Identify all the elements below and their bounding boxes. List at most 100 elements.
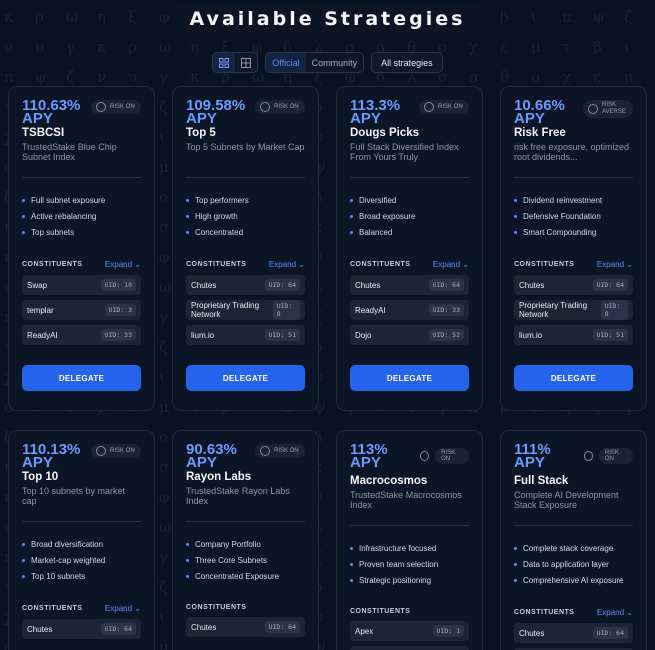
info-icon[interactable] [260,446,270,456]
info-icon[interactable] [96,446,106,456]
constituent-row[interactable]: lium.io UID: 51 [514,325,633,345]
feature-item: Active rebalancing [22,208,141,224]
bullet-icon [186,574,189,578]
divider [186,177,305,178]
table-view-button[interactable] [235,53,257,72]
feature-label: Data to application layer [523,559,609,569]
delegate-button[interactable]: DELEGATE [514,365,633,391]
feature-label: Broad exposure [359,211,416,221]
constituent-list: Chutes UID: 64 ReadyAI UID: 33 Dojo UID: 52 [350,275,469,345]
grid-view-button[interactable] [213,53,236,72]
expand-button[interactable]: Expand ⌄ [597,260,633,269]
constituent-row[interactable]: Dojo UID: 52 [350,325,469,345]
apy-value: 113% APY [350,441,388,471]
delegate-button[interactable]: DELEGATE [350,365,469,391]
expand-label: Expand [596,260,625,269]
expand-button[interactable]: Expand ⌄ [269,260,305,269]
feature-item: Proven team selection [350,556,469,572]
constituent-list: ChutesUID: 64ReadyAIUID: 33 [514,623,633,650]
info-icon[interactable] [260,102,270,112]
table-icon [241,57,252,68]
constituent-row[interactable]: templar UID: 3 [22,300,141,320]
constituent-row[interactable]: lium.io UID: 51 [186,325,305,345]
constituent-row[interactable]: Apex UID: 1 [350,621,469,641]
uid-badge: UID: 64 [592,279,628,291]
constituent-row[interactable]: ReadyAI UID: 33 [22,325,141,345]
delegate-button[interactable]: DELEGATE [186,365,305,391]
constituent-row[interactable]: Swap UID: 10 [22,275,141,295]
strategy-description: TrustedStake Blue Chip Subnet Index [22,142,117,162]
constituent-row[interactable]: Chutes UID: 64 [22,619,141,639]
constituent-list: Chutes UID: 64 Proprietary Trading Network… [514,275,633,345]
constituent-name: Chutes [519,628,545,638]
uid-badge: UID: 1 [432,625,464,637]
expand-button[interactable]: Expand ⌄ [597,608,633,617]
feature-label: Strategic positioning [359,575,432,585]
feature-label: Three Core Subnets [195,555,268,565]
feature-list: Infrastructure focused Proven team select… [350,540,469,588]
feature-label: Infrastructure focused [359,543,437,553]
strategy-name: Top 5 [186,127,216,139]
constituent-row[interactable]: iotaUID: 9 [350,646,469,650]
tab-community[interactable]: Community [306,53,364,72]
constituent-row[interactable]: Proprietary Trading Network UID: 8 [514,300,633,320]
constituent-row[interactable]: Chutes UID: 64 [186,617,305,637]
constituent-name: Chutes [27,624,53,634]
constituent-name: ReadyAI [355,305,386,315]
constituent-row[interactable]: Proprietary Trading Network UID: 8 [186,300,305,320]
strategy-description: TrustedStake Rayon Labs Index [186,486,290,506]
chevron-down-icon: ⌄ [626,608,633,617]
bullet-icon [22,214,25,218]
bullet-icon [22,558,25,562]
bullet-icon [514,546,517,550]
constituent-row[interactable]: Chutes UID: 64 [186,275,305,295]
strategy-name: Dougs Picks [350,127,420,139]
card-header: 110.13% APY RISK ON [22,442,141,470]
constituent-name: lium.io [191,330,215,340]
strategy-description: Complete AI Development Stack Exposure [514,490,619,510]
feature-item: Smart Compounding [514,224,633,240]
info-icon[interactable] [424,102,434,112]
info-icon[interactable] [583,451,593,461]
constituent-row[interactable]: Chutes UID: 64 [514,275,633,295]
expand-button[interactable]: Expand ⌄ [105,260,141,269]
grid-icon [219,57,230,68]
constituent-name: templar [27,305,54,315]
feature-item: Strategic positioning [350,572,469,588]
constituents-header: CONSTITUENTS Expand ⌄ [22,604,141,613]
strategy-name: Full Stack [514,475,569,487]
info-icon[interactable] [588,104,598,114]
chevron-down-icon: ⌄ [462,260,469,269]
constituent-name: Chutes [519,280,545,290]
strategy-name: TSBCSI [22,127,65,139]
uid-badge: UID: 10 [100,279,136,291]
apy-value: 113.3% APY [350,97,401,127]
feature-item: Concentrated Exposure [186,568,305,584]
feature-item: Dividend reinvestment [514,192,633,208]
risk-label: RISK AVERSE [602,102,626,115]
risk-label: RISK ON [110,447,135,454]
expand-button[interactable]: Expand ⌄ [105,604,141,613]
risk-badge: RISK ON [255,100,305,114]
info-icon[interactable] [96,102,106,112]
feature-list: Diversified Broad exposure Balanced [350,192,469,240]
delegate-button[interactable]: DELEGATE [22,365,141,391]
constituents-header: CONSTITUENTS Expand ⌄ [514,608,633,617]
constituent-row[interactable]: Chutes UID: 64 [350,275,469,295]
card-header: 109.58% APY RISK ON [186,97,305,127]
constituent-row[interactable]: Chutes UID: 64 [514,623,633,643]
expand-button[interactable]: Expand ⌄ [433,260,469,269]
tab-official[interactable]: Official [266,53,306,72]
bullet-icon [350,198,353,202]
feature-label: Comprehensive AI exposure [523,575,624,585]
constituent-row[interactable]: ReadyAI UID: 33 [350,300,469,320]
bullet-icon [514,214,517,218]
info-icon[interactable] [419,451,430,461]
constituents-header: CONSTITUENTS [186,604,305,611]
strategy-name: Risk Free [514,127,566,139]
strategy-card: 110.13% APY RISK ON Top 10 Top 10 subnets… [8,430,155,650]
apy-value: 109.58% APY [186,97,246,127]
expand-label: Expand [104,260,133,269]
all-strategies-button[interactable]: All strategies [371,52,443,73]
constituents-title: CONSTITUENTS [514,261,575,268]
